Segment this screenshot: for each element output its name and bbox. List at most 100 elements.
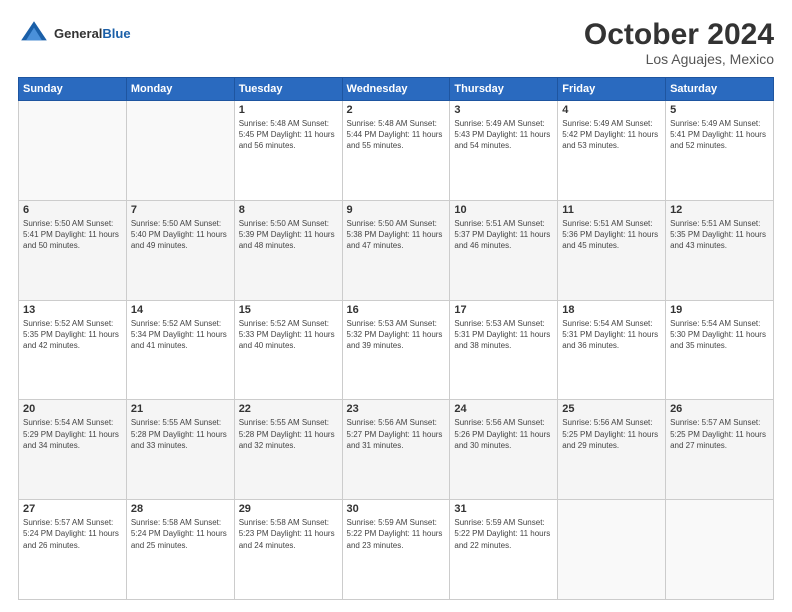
- day-number: 23: [347, 403, 446, 415]
- col-monday: Monday: [126, 78, 234, 101]
- day-info: Sunrise: 5:53 AM Sunset: 5:32 PM Dayligh…: [347, 318, 446, 352]
- day-number: 18: [562, 304, 661, 316]
- day-number: 14: [131, 304, 230, 316]
- logo-text: GeneralBlue: [54, 26, 131, 42]
- table-row: 29 Sunrise: 5:58 AM Sunset: 5:23 PM Dayli…: [234, 500, 342, 600]
- table-row: 28Sunrise: 5:58 AM Sunset: 5:24 PM Dayli…: [126, 500, 234, 600]
- table-row: 15 Sunrise: 5:52 AM Sunset: 5:33 PM Dayli…: [234, 300, 342, 400]
- day-number: 16: [347, 304, 446, 316]
- table-row: 25 Sunrise: 5:56 AM Sunset: 5:25 PM Dayli…: [558, 400, 666, 500]
- day-info: Sunrise: 5:48 AM Sunset: 5:44 PM Dayligh…: [347, 118, 446, 152]
- table-row: 23Sunrise: 5:56 AM Sunset: 5:27 PM Dayli…: [342, 400, 450, 500]
- table-row: 22 Sunrise: 5:55 AM Sunset: 5:28 PM Dayli…: [234, 400, 342, 500]
- day-number: 29: [239, 503, 338, 515]
- day-info: Sunrise: 5:49 AM Sunset: 5:41 PM Dayligh…: [670, 118, 769, 152]
- day-info: Sunrise: 5:49 AM Sunset: 5:43 PM Dayligh…: [454, 118, 553, 152]
- table-row: 12Sunrise: 5:51 AM Sunset: 5:35 PM Dayli…: [666, 200, 774, 300]
- table-row: 7 Sunrise: 5:50 AM Sunset: 5:40 PM Daylig…: [126, 200, 234, 300]
- table-row: 13 Sunrise: 5:52 AM Sunset: 5:35 PM Dayli…: [19, 300, 127, 400]
- day-number: 22: [239, 403, 338, 415]
- day-number: 27: [23, 503, 122, 515]
- table-row: 16 Sunrise: 5:53 AM Sunset: 5:32 PM Dayli…: [342, 300, 450, 400]
- day-number: 17: [454, 304, 553, 316]
- col-tuesday: Tuesday: [234, 78, 342, 101]
- month-title: October 2024: [584, 18, 774, 51]
- day-number: 24: [454, 403, 553, 415]
- col-sunday: Sunday: [19, 78, 127, 101]
- day-number: 21: [131, 403, 230, 415]
- day-info: Sunrise: 5:52 AM Sunset: 5:35 PM Dayligh…: [23, 318, 122, 352]
- day-info: Sunrise: 5:50 AM Sunset: 5:41 PM Dayligh…: [23, 218, 122, 252]
- day-info: Sunrise: 5:51 AM Sunset: 5:35 PM Dayligh…: [670, 218, 769, 252]
- table-row: [19, 101, 127, 201]
- title-block: October 2024 Los Aguajes, Mexico: [584, 18, 774, 67]
- day-info: Sunrise: 5:57 AM Sunset: 5:24 PM Dayligh…: [23, 517, 122, 551]
- day-info: Sunrise: 5:56 AM Sunset: 5:25 PM Dayligh…: [562, 417, 661, 451]
- calendar-week-row: 27 Sunrise: 5:57 AM Sunset: 5:24 PM Dayli…: [19, 500, 774, 600]
- table-row: 11 Sunrise: 5:51 AM Sunset: 5:36 PM Dayli…: [558, 200, 666, 300]
- table-row: 31 Sunrise: 5:59 AM Sunset: 5:22 PM Dayli…: [450, 500, 558, 600]
- logo-icon: [18, 18, 50, 50]
- calendar-week-row: 6 Sunrise: 5:50 AM Sunset: 5:41 PM Daylig…: [19, 200, 774, 300]
- page: GeneralBlue October 2024 Los Aguajes, Me…: [0, 0, 792, 612]
- day-info: Sunrise: 5:51 AM Sunset: 5:37 PM Dayligh…: [454, 218, 553, 252]
- calendar-week-row: 20 Sunrise: 5:54 AM Sunset: 5:29 PM Dayli…: [19, 400, 774, 500]
- day-number: 6: [23, 204, 122, 216]
- logo: GeneralBlue: [18, 18, 131, 50]
- day-info: Sunrise: 5:54 AM Sunset: 5:29 PM Dayligh…: [23, 417, 122, 451]
- day-number: 15: [239, 304, 338, 316]
- col-saturday: Saturday: [666, 78, 774, 101]
- table-row: 30Sunrise: 5:59 AM Sunset: 5:22 PM Dayli…: [342, 500, 450, 600]
- logo-general: General: [54, 26, 102, 41]
- table-row: 26 Sunrise: 5:57 AM Sunset: 5:25 PM Dayli…: [666, 400, 774, 500]
- day-info: Sunrise: 5:50 AM Sunset: 5:38 PM Dayligh…: [347, 218, 446, 252]
- day-info: Sunrise: 5:55 AM Sunset: 5:28 PM Dayligh…: [239, 417, 338, 451]
- day-info: Sunrise: 5:50 AM Sunset: 5:39 PM Dayligh…: [239, 218, 338, 252]
- day-number: 19: [670, 304, 769, 316]
- day-number: 26: [670, 403, 769, 415]
- calendar-week-row: 1Sunrise: 5:48 AM Sunset: 5:45 PM Daylig…: [19, 101, 774, 201]
- calendar-header-row: Sunday Monday Tuesday Wednesday Thursday…: [19, 78, 774, 101]
- day-number: 31: [454, 503, 553, 515]
- table-row: 17Sunrise: 5:53 AM Sunset: 5:31 PM Dayli…: [450, 300, 558, 400]
- day-info: Sunrise: 5:51 AM Sunset: 5:36 PM Dayligh…: [562, 218, 661, 252]
- table-row: 18 Sunrise: 5:54 AM Sunset: 5:31 PM Dayli…: [558, 300, 666, 400]
- logo-blue: Blue: [102, 26, 130, 41]
- day-number: 13: [23, 304, 122, 316]
- table-row: 4 Sunrise: 5:49 AM Sunset: 5:42 PM Daylig…: [558, 101, 666, 201]
- calendar-week-row: 13 Sunrise: 5:52 AM Sunset: 5:35 PM Dayli…: [19, 300, 774, 400]
- calendar: Sunday Monday Tuesday Wednesday Thursday…: [18, 77, 774, 600]
- day-info: Sunrise: 5:59 AM Sunset: 5:22 PM Dayligh…: [347, 517, 446, 551]
- day-number: 11: [562, 204, 661, 216]
- day-number: 5: [670, 104, 769, 116]
- table-row: [558, 500, 666, 600]
- day-number: 10: [454, 204, 553, 216]
- table-row: 27 Sunrise: 5:57 AM Sunset: 5:24 PM Dayli…: [19, 500, 127, 600]
- day-number: 25: [562, 403, 661, 415]
- location: Los Aguajes, Mexico: [584, 51, 774, 67]
- day-info: Sunrise: 5:49 AM Sunset: 5:42 PM Dayligh…: [562, 118, 661, 152]
- day-info: Sunrise: 5:52 AM Sunset: 5:33 PM Dayligh…: [239, 318, 338, 352]
- table-row: 8Sunrise: 5:50 AM Sunset: 5:39 PM Daylig…: [234, 200, 342, 300]
- day-info: Sunrise: 5:54 AM Sunset: 5:31 PM Dayligh…: [562, 318, 661, 352]
- day-info: Sunrise: 5:56 AM Sunset: 5:26 PM Dayligh…: [454, 417, 553, 451]
- table-row: 10 Sunrise: 5:51 AM Sunset: 5:37 PM Dayli…: [450, 200, 558, 300]
- day-number: 7: [131, 204, 230, 216]
- day-number: 3: [454, 104, 553, 116]
- col-wednesday: Wednesday: [342, 78, 450, 101]
- day-info: Sunrise: 5:55 AM Sunset: 5:28 PM Dayligh…: [131, 417, 230, 451]
- day-info: Sunrise: 5:57 AM Sunset: 5:25 PM Dayligh…: [670, 417, 769, 451]
- table-row: 2Sunrise: 5:48 AM Sunset: 5:44 PM Daylig…: [342, 101, 450, 201]
- day-info: Sunrise: 5:58 AM Sunset: 5:23 PM Dayligh…: [239, 517, 338, 551]
- day-number: 28: [131, 503, 230, 515]
- col-thursday: Thursday: [450, 78, 558, 101]
- day-number: 4: [562, 104, 661, 116]
- table-row: 19Sunrise: 5:54 AM Sunset: 5:30 PM Dayli…: [666, 300, 774, 400]
- day-info: Sunrise: 5:50 AM Sunset: 5:40 PM Dayligh…: [131, 218, 230, 252]
- day-info: Sunrise: 5:59 AM Sunset: 5:22 PM Dayligh…: [454, 517, 553, 551]
- table-row: 20 Sunrise: 5:54 AM Sunset: 5:29 PM Dayli…: [19, 400, 127, 500]
- day-number: 20: [23, 403, 122, 415]
- table-row: 5 Sunrise: 5:49 AM Sunset: 5:41 PM Daylig…: [666, 101, 774, 201]
- table-row: 6 Sunrise: 5:50 AM Sunset: 5:41 PM Daylig…: [19, 200, 127, 300]
- header: GeneralBlue October 2024 Los Aguajes, Me…: [18, 18, 774, 67]
